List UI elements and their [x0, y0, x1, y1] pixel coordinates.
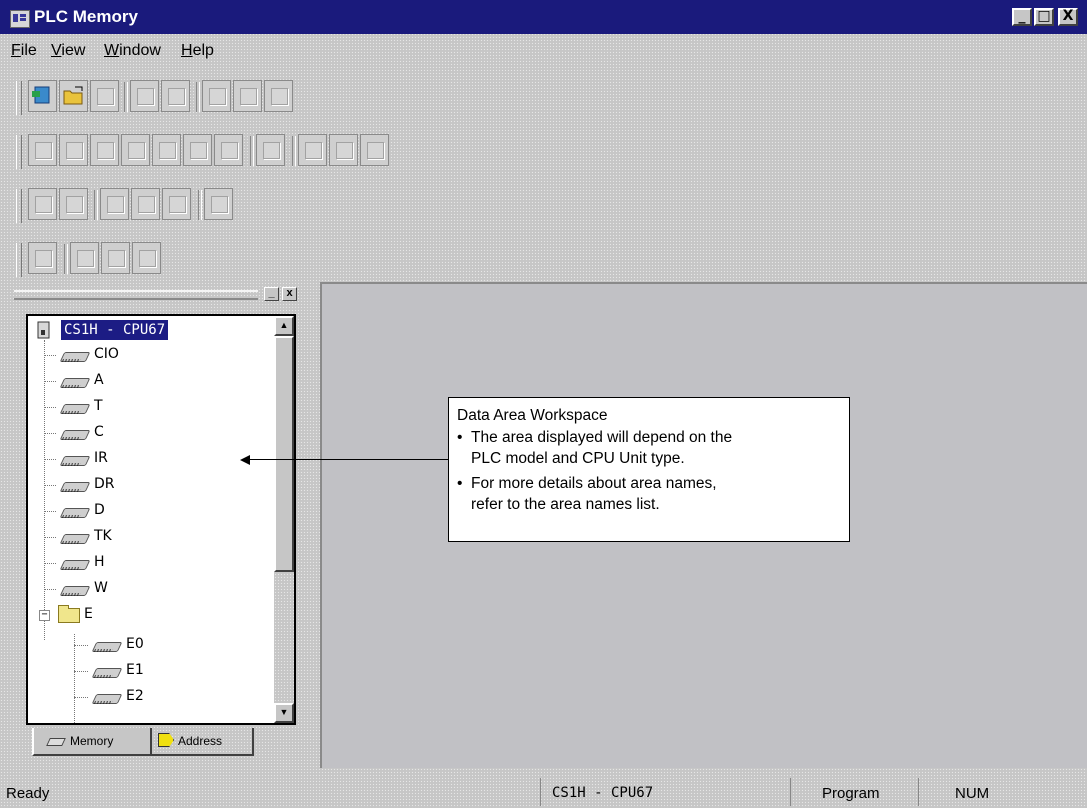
callout-arrow-line [246, 459, 448, 460]
status-bar: Ready CS1H - CPU67 Program NUM [0, 773, 1087, 808]
window-title: PLC Memory [34, 7, 138, 26]
memory-chip-icon [91, 642, 123, 652]
toolbar-button-14[interactable] [162, 188, 191, 220]
cut-button[interactable] [202, 80, 231, 112]
toolbar-button-2[interactable] [59, 134, 88, 166]
memory-chip-icon [59, 560, 91, 570]
connect-icon [32, 86, 50, 104]
tree-root-label: CS1H - CPU67 [61, 320, 169, 340]
status-ready: Ready [6, 785, 50, 802]
memory-chip-icon [59, 430, 91, 440]
collapse-toggle[interactable]: − [39, 610, 50, 621]
toolbar-button-6[interactable] [183, 134, 212, 166]
open-folder-icon [63, 86, 83, 105]
toolbar-button-3[interactable] [90, 134, 119, 166]
toolbar-button-11[interactable] [59, 188, 88, 220]
toolbar-button-7[interactable] [214, 134, 243, 166]
tree-item-e-folder[interactable]: − E [34, 604, 154, 626]
menu-window[interactable]: Window [104, 42, 161, 60]
memory-chip-icon [59, 508, 91, 518]
menu-bar: File View Window Help [0, 40, 1087, 66]
toolbar-button-8[interactable] [256, 134, 285, 166]
zoom-out-button[interactable] [360, 134, 389, 166]
toolbar-button-1[interactable] [28, 134, 57, 166]
memory-tab-icon [46, 738, 66, 746]
paste-button[interactable] [264, 80, 293, 112]
memory-chip-icon [59, 534, 91, 544]
toolbar-data [16, 132, 486, 172]
maximize-button[interactable]: □ [1034, 8, 1054, 26]
memory-chip-icon [59, 404, 91, 414]
status-mode: Program [822, 785, 880, 802]
scroll-thumb[interactable] [274, 336, 294, 572]
tab-address[interactable]: Address [152, 728, 254, 756]
scroll-up-button[interactable]: ▲ [274, 316, 294, 336]
tab-memory[interactable]: Memory [32, 728, 152, 756]
toolbar-compare [16, 186, 296, 226]
save-button[interactable] [90, 80, 119, 112]
toolbar-button-15[interactable] [204, 188, 233, 220]
zoom-in-button[interactable] [329, 134, 358, 166]
callout-arrow-head [240, 455, 250, 465]
callout-box: Data Area Workspace The area displayed w… [448, 397, 850, 542]
status-num: NUM [955, 785, 990, 802]
status-plc: CS1H - CPU67 [552, 785, 654, 801]
toolbar-button-12[interactable] [100, 188, 129, 220]
close-button[interactable]: X [1058, 8, 1078, 26]
scroll-down-button[interactable]: ▼ [274, 703, 294, 723]
memory-chip-icon [59, 586, 91, 596]
address-tab-icon [158, 733, 174, 747]
memory-chip-icon [91, 668, 123, 678]
minimize-button[interactable]: _ [1012, 8, 1032, 26]
plc-icon [37, 321, 50, 339]
memory-chip-icon [59, 352, 91, 362]
memory-chip-icon [59, 482, 91, 492]
toolbar-button-17[interactable] [70, 242, 99, 274]
toolbar-button-16[interactable] [28, 242, 57, 274]
scroll-track[interactable] [274, 336, 294, 703]
copy-button[interactable] [233, 80, 262, 112]
toolbar-standard [16, 78, 361, 118]
memory-chip-icon [59, 378, 91, 388]
panel-minimize-button[interactable]: _ [264, 287, 279, 301]
toolbar-button-18[interactable] [101, 242, 130, 274]
app-icon[interactable] [10, 10, 30, 28]
panel-grip[interactable] [14, 290, 258, 300]
toolbar-button-19[interactable] [132, 242, 161, 274]
memory-chip-icon [59, 456, 91, 466]
tree-scrollbar[interactable]: ▲ ▼ [274, 316, 294, 723]
print-preview-button[interactable] [161, 80, 190, 112]
panel-close-button[interactable]: x [282, 287, 297, 301]
toolbar-button-13[interactable] [131, 188, 160, 220]
toolbar-button-5[interactable] [152, 134, 181, 166]
toolbar-button-4[interactable] [121, 134, 150, 166]
print-button[interactable] [130, 80, 159, 112]
title-bar: PLC Memory _ □ X [0, 0, 1087, 34]
menu-help[interactable]: Help [181, 42, 214, 60]
callout-bullet-1: The area displayed will depend on thePLC… [457, 427, 841, 469]
memory-tree: CS1H - CPU67 CIO A T C IR DR D TK H W − … [26, 314, 296, 725]
connect-button[interactable] [28, 80, 57, 112]
toolbar-button-10[interactable] [28, 188, 57, 220]
callout-bullet-2: For more details about area names,refer … [457, 473, 841, 515]
callout-title: Data Area Workspace [457, 407, 608, 424]
toolbar-button-9[interactable] [298, 134, 327, 166]
menu-file[interactable]: File [11, 42, 37, 60]
toolbar-online [16, 240, 200, 280]
folder-icon [58, 605, 80, 623]
memory-chip-icon [91, 694, 123, 704]
open-button[interactable] [59, 80, 88, 112]
menu-view[interactable]: View [51, 42, 85, 60]
